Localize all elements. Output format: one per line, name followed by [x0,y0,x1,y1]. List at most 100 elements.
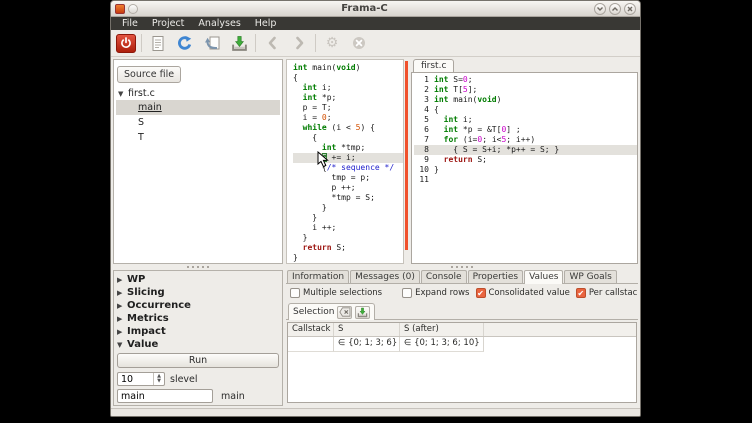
checkbox-per-callstack[interactable]: ✔Per callstack [576,288,638,298]
titlebar-menu-button[interactable] [128,4,138,14]
forward-button[interactable] [288,33,310,54]
tab-selection[interactable]: Selection [288,303,375,320]
section-impact[interactable]: ▶Impact [117,325,279,338]
code-token: ) { [360,123,374,132]
code-line[interactable]: {/* sequence */ [293,163,403,173]
slevel-input[interactable]: 10 ▲▼ [117,372,165,386]
slevel-stepper[interactable]: ▲▼ [153,373,164,385]
code-line[interactable]: 3int main(void) [414,95,637,105]
code-line[interactable]: 1int S=0; [414,75,637,85]
table-cell[interactable]: ∈ {0; 1; 3; 6} [334,337,400,352]
table-cell[interactable]: ∈ {0; 1; 3; 6; 10} [400,337,484,352]
code-token: (i= [458,135,477,144]
back-button[interactable] [261,33,283,54]
minimize-button[interactable] [594,3,606,15]
menu-item-analyses[interactable]: Analyses [191,17,247,30]
code-line[interactable]: return S; [293,243,403,253]
checkbox-expand-rows[interactable]: Expand rows [402,288,469,298]
section-metrics[interactable]: ▶Metrics [117,312,279,325]
tab-information[interactable]: Information [287,270,349,283]
column-header-s[interactable]: S [334,323,400,336]
expander-icon[interactable]: ▼ [118,90,128,98]
section-occurrence[interactable]: ▶Occurrence [117,299,279,312]
code-token: S; [473,155,487,164]
menu-item-file[interactable]: File [115,17,145,30]
code-line[interactable]: int *tmp; [293,143,403,153]
original-source-code[interactable]: 1int S=0;2int T[5];3int main(void)4{5 in… [411,72,638,264]
code-line[interactable]: } [293,233,403,243]
code-line[interactable]: 2int T[5]; [414,85,637,95]
checkbox-consolidated-value[interactable]: ✔Consolidated value [476,288,570,298]
code-line[interactable]: 8 { S = S+i; *p++ = S; } [414,145,637,155]
code-line[interactable]: { [293,133,403,143]
column-header-callstack[interactable]: Callstack [288,323,334,336]
settings-button[interactable]: ⚙ [321,33,343,54]
tree-item-main[interactable]: main [116,100,280,115]
tab-messages-0[interactable]: Messages (0) [350,270,420,283]
normalized-code-panel[interactable]: int main(void){ int i; int *p; p = T; i … [286,59,404,264]
save-session-button[interactable] [228,33,250,54]
run-button[interactable]: Run [117,353,279,368]
code-token: } [293,253,298,262]
code-line[interactable]: 5 int i; [414,115,637,125]
titlebar[interactable]: Frama-C [111,1,640,17]
section-wp[interactable]: ▶WP [117,273,279,286]
code-line[interactable]: 10} [414,165,637,175]
code-line[interactable]: int main(void) [293,63,403,73]
code-line[interactable]: while (i < 5) { [293,123,403,133]
tab-first-c[interactable]: first.c [413,59,454,72]
tree-item-first-c[interactable]: ▼first.c [116,87,280,100]
code-line[interactable]: i = 0; [293,113,403,123]
section-slicing[interactable]: ▶Slicing [117,286,279,299]
code-line[interactable]: tmp = p; [293,173,403,183]
selection-tab-label: Selection [293,307,334,317]
code-line[interactable]: 9 return S; [414,155,637,165]
code-line[interactable]: { [293,73,403,83]
code-line[interactable]: int *p; [293,93,403,103]
code-line[interactable]: 7 for (i=0; i<5; i++) [414,135,637,145]
section-value[interactable]: ▼Value [117,338,279,351]
code-line[interactable]: } [293,203,403,213]
load-session-icon [204,35,221,51]
tab-values[interactable]: Values [524,270,563,284]
code-line[interactable]: i ++; [293,223,403,233]
code-token: { [293,73,298,82]
stop-button[interactable] [348,33,370,54]
column-header-s-after[interactable]: S (after) [400,323,484,336]
code-line[interactable]: p ++; [293,183,403,193]
code-line[interactable]: 6 int *p = &T[0] ; [414,125,637,135]
stop-icon [352,36,366,50]
code-line[interactable]: p = T; [293,103,403,113]
source-file-header-button[interactable]: Source file [117,66,181,83]
maximize-button[interactable] [609,3,621,15]
close-button[interactable] [624,3,636,15]
checkbox-unchecked-icon [402,288,412,298]
export-values-button[interactable] [355,306,370,319]
code-token [434,125,444,134]
tab-properties[interactable]: Properties [468,270,523,283]
code-token: void [477,95,496,104]
load-session-button[interactable] [201,33,223,54]
code-line[interactable]: 4{ [414,105,637,115]
code-line[interactable]: *tmp = S; [293,193,403,203]
reload-button[interactable] [174,33,196,54]
tree-item-t[interactable]: T [116,130,280,145]
tab-console[interactable]: Console [421,270,467,283]
menu-item-project[interactable]: Project [145,17,192,30]
main-function-input[interactable]: main [117,389,213,403]
tab-wp-goals[interactable]: WP Goals [564,270,616,283]
tree-item-s[interactable]: S [116,115,280,130]
panel-separator-bar[interactable] [405,61,408,250]
checkbox-multiple-selections[interactable]: Multiple selections [290,288,382,298]
code-line[interactable]: S += i; [293,153,403,163]
code-line[interactable]: 11 [414,175,637,185]
menu-item-help[interactable]: Help [248,17,284,30]
exit-button[interactable] [116,34,136,53]
code-line[interactable]: } [293,253,403,263]
table-cell[interactable] [288,337,334,352]
code-line[interactable]: int i; [293,83,403,93]
table-row[interactable]: ∈ {0; 1; 3; 6}∈ {0; 1; 3; 6; 10} [288,337,636,352]
code-line[interactable]: } [293,213,403,223]
clear-selection-button[interactable] [337,306,352,319]
source-file-button[interactable] [147,33,169,54]
